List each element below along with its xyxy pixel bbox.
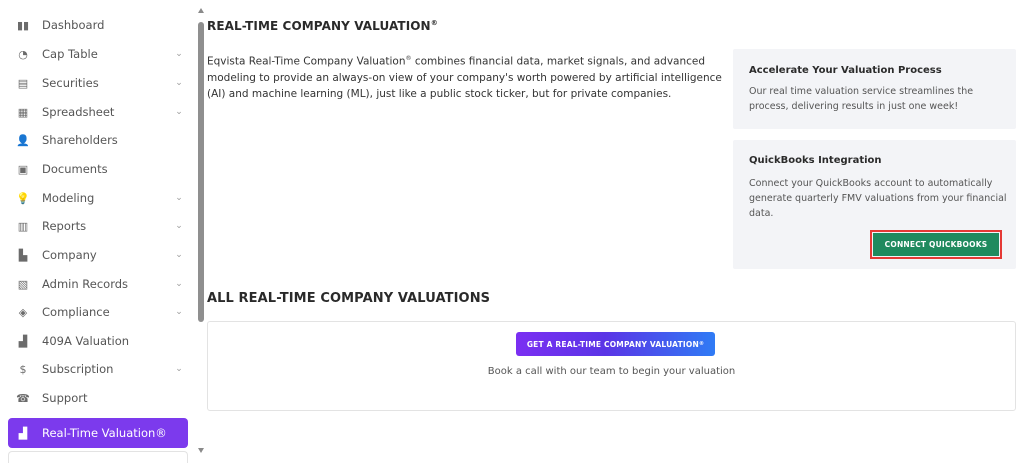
sidebar-item-label: Subscription [42, 362, 114, 376]
sidebar-item-label: Reports [42, 219, 87, 233]
valuations-section-title: ALL REAL-TIME COMPANY VALUATIONS [207, 291, 491, 306]
sidebar-item-label: Modeling [42, 191, 95, 205]
sidebar-item-company[interactable]: ▙ Company ⌄ [8, 241, 188, 269]
chevron-down-icon[interactable]: ⌄ [174, 78, 184, 88]
connect-quickbooks-button[interactable]: CONNECT QUICKBOOKS [873, 233, 999, 256]
get-valuation-button[interactable]: GET A REAL-TIME COMPANY VALUATION ® [516, 332, 715, 356]
shield-check-icon: ◈ [18, 305, 28, 319]
table-icon: ▦ [17, 105, 29, 119]
scroll-down-arrow-icon[interactable] [198, 448, 204, 453]
records-icon: ▧ [17, 277, 29, 291]
chevron-down-icon[interactable]: ⌄ [174, 193, 184, 203]
sidebar-item-label: Shareholders [42, 133, 118, 147]
chevron-down-icon[interactable]: ⌄ [174, 221, 184, 231]
sidebar-item-subscription[interactable]: $ Subscription ⌄ [8, 355, 188, 383]
dashboard-icon: ▮▮ [16, 18, 30, 32]
chevron-down-icon[interactable]: ⌄ [174, 307, 184, 317]
user-icon: 👤 [16, 133, 30, 147]
sidebar-item-label: Documents [42, 162, 108, 176]
accelerate-card: Accelerate Your Valuation Process Our re… [733, 49, 1016, 129]
bar-chart-icon: ▟ [18, 334, 28, 348]
sidebar-item-compliance[interactable]: ◈ Compliance ⌄ [8, 298, 188, 326]
quickbooks-card-text: Connect your QuickBooks account to autom… [749, 178, 1007, 219]
sidebar-item-cap-table[interactable]: ◔ Cap Table ⌄ [8, 40, 188, 68]
quickbooks-card-title: QuickBooks Integration [749, 155, 882, 166]
report-icon: ▥ [17, 219, 29, 233]
clipboard-icon: ▤ [17, 76, 29, 90]
chevron-down-icon[interactable]: ⌄ [174, 107, 184, 117]
chevron-down-icon[interactable]: ⌄ [174, 279, 184, 289]
page-title: REAL-TIME COMPANY VALUATION® [207, 19, 438, 33]
accelerate-card-text: Our real time valuation service streamli… [749, 86, 974, 112]
sidebar-item-label: Compliance [42, 305, 110, 319]
sidebar-item-real-time-valuation[interactable]: ▟ Real-Time Valuation® [8, 418, 188, 448]
sidebar-item-label: Support [42, 391, 88, 405]
sidebar-item-modeling[interactable]: 💡 Modeling ⌄ [8, 184, 188, 212]
sidebar-item-reports[interactable]: ▥ Reports ⌄ [8, 212, 188, 240]
sidebar: ▮▮ Dashboard ◔ Cap Table ⌄ ▤ Securities ⌄ ▦ Sprea… [0, 0, 196, 463]
sidebar-item-securities[interactable]: ▤ Securities ⌄ [8, 69, 188, 97]
folder-icon: ▣ [17, 162, 29, 176]
sidebar-item-label: Securities [42, 76, 99, 90]
sidebar-item-label: 409A Valuation [42, 334, 130, 348]
pie-chart-icon: ◔ [18, 47, 28, 61]
chevron-down-icon[interactable]: ⌄ [174, 364, 184, 374]
sidebar-item-label: Admin Records [42, 277, 129, 291]
scroll-up-arrow-icon[interactable] [198, 8, 204, 13]
building-icon: ▙ [18, 248, 28, 262]
sidebar-item-admin-records[interactable]: ▧ Admin Records ⌄ [8, 270, 188, 298]
sidebar-item-shareholders[interactable]: 👤 Shareholders [8, 126, 188, 154]
sidebar-item-label: Cap Table [42, 47, 98, 61]
accelerate-card-title: Accelerate Your Valuation Process [749, 65, 942, 76]
sidebar-item-dashboard[interactable]: ▮▮ Dashboard [8, 11, 188, 39]
chevron-down-icon[interactable]: ⌄ [174, 49, 184, 59]
sidebar-bottom-stub [8, 451, 188, 463]
book-call-text: Book a call with our team to begin your … [487, 366, 736, 377]
sidebar-item-support[interactable]: ☎ Support [8, 384, 188, 412]
dollar-icon: $ [19, 362, 27, 376]
sidebar-item-label: Spreadsheet [42, 105, 115, 119]
scrollbar-thumb[interactable] [198, 22, 204, 322]
valuation-chart-icon: ▟ [18, 426, 28, 440]
chevron-down-icon[interactable]: ⌄ [174, 250, 184, 260]
support-icon: ☎ [16, 391, 30, 405]
lightbulb-icon: 💡 [16, 191, 30, 205]
sidebar-item-documents[interactable]: ▣ Documents [8, 155, 188, 183]
sidebar-item-label: Real-Time Valuation® [42, 426, 167, 440]
intro-paragraph: Eqvista Real-Time Company Valuation® com… [207, 55, 722, 100]
sidebar-item-spreadsheet[interactable]: ▦ Spreadsheet ⌄ [8, 98, 188, 126]
sidebar-item-label: Company [42, 248, 97, 262]
sidebar-item-label: Dashboard [42, 18, 105, 32]
sidebar-item-409a-valuation[interactable]: ▟ 409A Valuation [8, 327, 188, 355]
